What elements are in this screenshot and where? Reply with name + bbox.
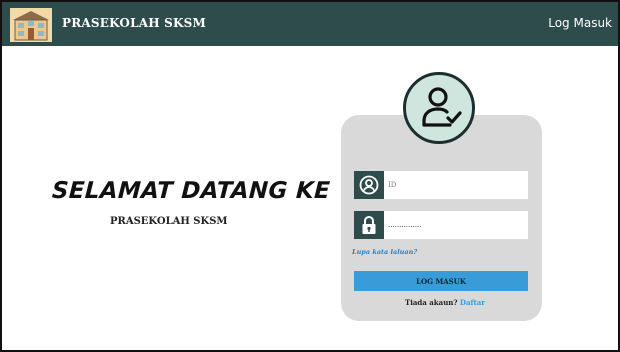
brand-title: PRASEKOLAH SKSM bbox=[62, 16, 206, 30]
id-field bbox=[354, 171, 528, 199]
welcome-subheading: PRASEKOLAH SKSM bbox=[110, 216, 228, 227]
forgot-password-link[interactable]: Lupa kata laluan? bbox=[352, 248, 417, 256]
no-account-text: Tiada akaun? bbox=[405, 298, 458, 307]
password-input[interactable] bbox=[386, 211, 526, 239]
nav-login-link[interactable]: Log Masuk bbox=[548, 16, 612, 30]
welcome-heading: SELAMAT DATANG KE bbox=[51, 178, 331, 204]
id-input[interactable] bbox=[386, 171, 526, 199]
top-navbar: PRASEKOLAH SKSM Log Masuk bbox=[2, 2, 618, 46]
register-link[interactable]: Daftar bbox=[460, 298, 485, 307]
page-frame: PRASEKOLAH SKSM Log Masuk SELAMAT DATANG… bbox=[0, 0, 620, 352]
user-check-icon bbox=[403, 72, 475, 144]
user-circle-icon bbox=[354, 171, 384, 199]
login-button[interactable]: LOG MASUK bbox=[354, 271, 528, 291]
signup-prompt: Tiada akaun? Daftar bbox=[405, 298, 485, 307]
school-building-icon bbox=[10, 8, 52, 42]
lock-icon bbox=[354, 211, 384, 239]
password-field bbox=[354, 211, 528, 239]
